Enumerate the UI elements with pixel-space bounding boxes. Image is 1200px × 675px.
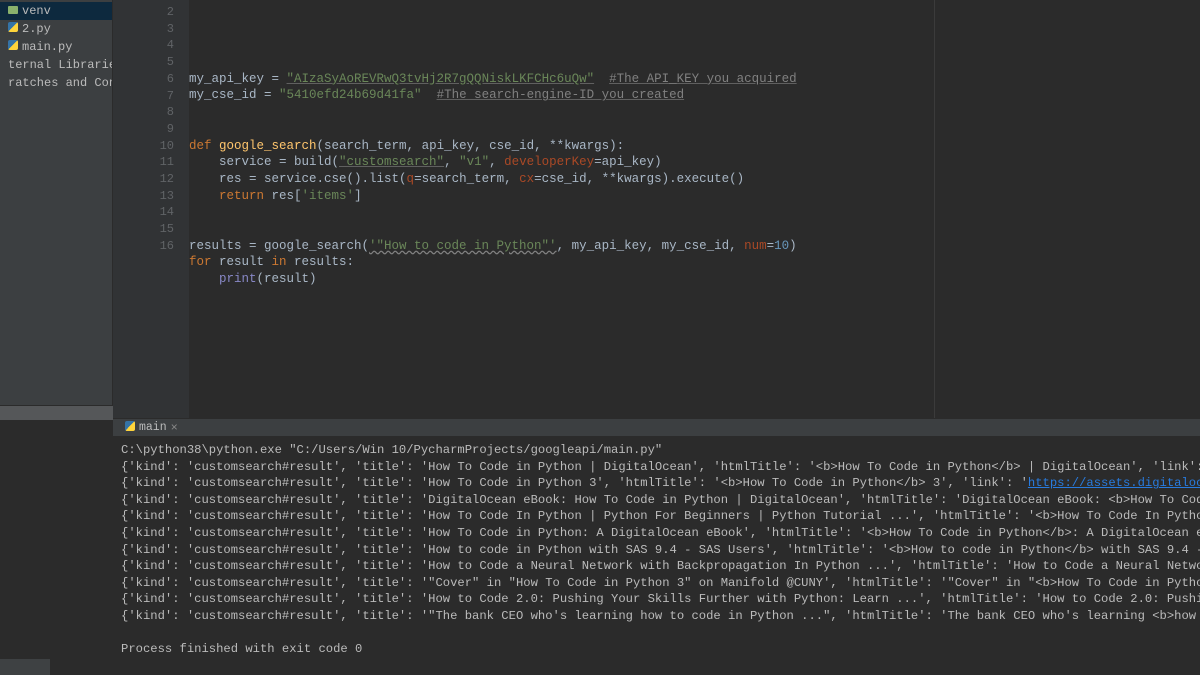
console-output-line: {'kind': 'customsearch#result', 'title':… <box>121 591 1200 608</box>
code-line[interactable]: results = google_search('"How to code in… <box>189 238 1200 255</box>
run-tab-label: main <box>139 421 167 434</box>
python-icon <box>125 421 135 435</box>
right-margin-guide <box>934 0 935 418</box>
console-exit-status: Process finished with exit code 0 <box>121 641 1200 658</box>
console-output-line: {'kind': 'customsearch#result', 'title':… <box>121 542 1200 559</box>
code-line[interactable]: print(result) <box>189 271 1200 288</box>
code-line[interactable] <box>189 121 1200 138</box>
console-output-line: {'kind': 'customsearch#result', 'title':… <box>121 459 1200 476</box>
close-icon[interactable]: × <box>171 421 178 435</box>
sidebar-item[interactable]: ternal Libraries <box>0 56 112 74</box>
console-output-line: {'kind': 'customsearch#result', 'title':… <box>121 492 1200 509</box>
console-output-line: {'kind': 'customsearch#result', 'title':… <box>121 608 1200 625</box>
code-line[interactable] <box>189 204 1200 221</box>
run-console[interactable]: C:\python38\python.exe "C:/Users/Win 10/… <box>113 436 1200 675</box>
code-line[interactable]: service = build("customsearch", "v1", de… <box>189 154 1200 171</box>
code-editor[interactable]: 2345678910111213141516 my_api_key = "AIz… <box>113 0 1200 418</box>
sidebar-item[interactable]: 2.py <box>0 20 112 38</box>
code-line[interactable] <box>189 288 1200 305</box>
line-gutter: 2345678910111213141516 <box>113 0 189 418</box>
code-line[interactable]: my_cse_id = "5410efd24b69d41fa" #The sea… <box>189 87 1200 104</box>
sidebar-item-label: ternal Libraries <box>8 58 112 72</box>
console-output-line: {'kind': 'customsearch#result', 'title':… <box>121 525 1200 542</box>
code-line[interactable]: for result in results: <box>189 254 1200 271</box>
sidebar-item-label: main.py <box>22 40 72 54</box>
code-line[interactable]: res = service.cse().list(q=search_term, … <box>189 171 1200 188</box>
python-file-icon <box>8 40 18 54</box>
code-line[interactable]: my_api_key = "AIzaSyAoREVRwQ3tvHj2R7gQQN… <box>189 71 1200 88</box>
sidebar-item[interactable]: ratches and Consoles <box>0 74 112 92</box>
folder-icon <box>8 4 18 18</box>
code-line[interactable]: def google_search(search_term, api_key, … <box>189 138 1200 155</box>
code-pane[interactable]: my_api_key = "AIzaSyAoREVRwQ3tvHj2R7gQQN… <box>189 0 1200 418</box>
code-line[interactable] <box>189 104 1200 121</box>
project-sidebar[interactable]: venv 2.py main.py ternal Libraries ratches a… <box>0 0 113 418</box>
run-tabs-bar: main × <box>113 418 1200 436</box>
main-panel: 2345678910111213141516 my_api_key = "AIz… <box>113 0 1200 675</box>
code-line[interactable] <box>189 54 1200 71</box>
sidebar-item-label: venv <box>22 4 51 18</box>
console-command: C:\python38\python.exe "C:/Users/Win 10/… <box>121 442 1200 459</box>
console-output-line: {'kind': 'customsearch#result', 'title':… <box>121 575 1200 592</box>
console-output-line: {'kind': 'customsearch#result', 'title':… <box>121 558 1200 575</box>
sidebar-scrollbar[interactable] <box>0 405 113 420</box>
code-line[interactable] <box>189 221 1200 238</box>
code-line[interactable]: return res['items'] <box>189 188 1200 205</box>
status-bar-fragment <box>0 659 50 675</box>
sidebar-item-label: 2.py <box>22 22 51 36</box>
python-file-icon <box>8 22 18 36</box>
sidebar-item-label: ratches and Consoles <box>8 76 112 90</box>
sidebar-item[interactable]: main.py <box>0 38 112 56</box>
console-output-line: {'kind': 'customsearch#result', 'title':… <box>121 508 1200 525</box>
console-output-line: {'kind': 'customsearch#result', 'title':… <box>121 475 1200 492</box>
run-tab-main[interactable]: main × <box>119 421 184 435</box>
console-link[interactable]: https://assets.digitalocean.com/books/py… <box>1028 476 1200 490</box>
sidebar-item[interactable]: venv <box>0 2 112 20</box>
